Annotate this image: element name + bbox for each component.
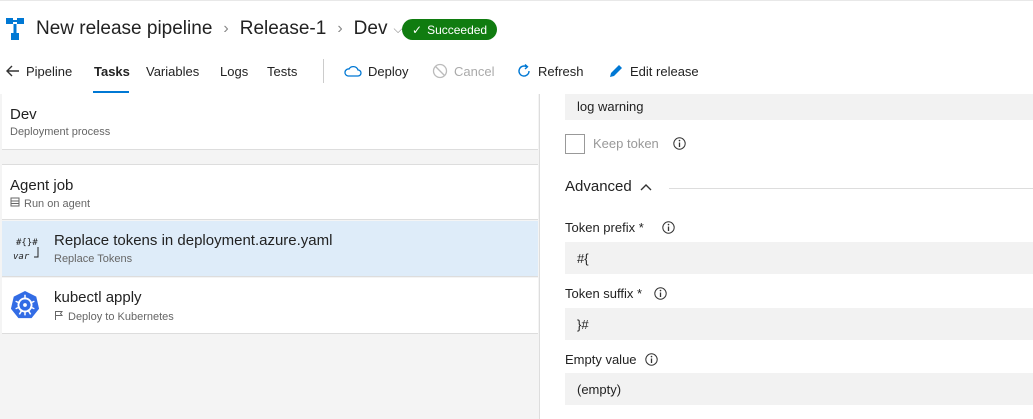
- tab-logs[interactable]: Logs: [220, 56, 248, 86]
- agent-job-card[interactable]: Agent job Run on agent: [2, 164, 538, 220]
- token-prefix-label-row: Token prefix *: [565, 220, 675, 235]
- empty-value-label: Empty value: [565, 352, 637, 367]
- tab-variables[interactable]: Variables: [146, 56, 199, 86]
- info-icon[interactable]: [654, 287, 667, 300]
- process-panel: Dev Deployment process Agent job Run on …: [0, 94, 540, 419]
- tab-tests[interactable]: Tests: [267, 56, 297, 86]
- token-suffix-label-row: Token suffix *: [565, 286, 667, 301]
- breadcrumb-stage[interactable]: Dev: [354, 18, 388, 40]
- status-badge-label: Succeeded: [427, 22, 488, 37]
- task-row-kubectl-apply[interactable]: kubectl apply Deploy to Kubernetes: [2, 278, 538, 334]
- breadcrumb-pipeline[interactable]: New release pipeline: [36, 18, 212, 40]
- empty-value-input[interactable]: (empty): [565, 373, 1033, 405]
- task-settings-panel: log warning Keep token Advanced Token pr…: [541, 94, 1033, 419]
- chevron-right-icon: ›: [337, 20, 343, 37]
- empty-value-label-row: Empty value: [565, 352, 658, 367]
- token-prefix-label: Token prefix *: [565, 220, 644, 235]
- deploy-button[interactable]: Deploy: [344, 56, 408, 86]
- tab-tasks[interactable]: Tasks: [94, 56, 130, 86]
- info-icon[interactable]: [662, 221, 675, 234]
- active-tab-indicator: [93, 91, 129, 93]
- toolbar-divider: [323, 59, 324, 83]
- stage-card[interactable]: Dev Deployment process: [2, 94, 538, 150]
- refresh-button[interactable]: Refresh: [516, 56, 584, 86]
- svg-text:#{}#: #{}#: [16, 238, 38, 248]
- token-prefix-input[interactable]: #{: [565, 242, 1033, 274]
- chevron-right-icon: ›: [223, 20, 229, 37]
- back-to-pipeline-button[interactable]: Pipeline: [6, 56, 72, 86]
- task-title: Replace tokens in deployment.azure.yaml: [54, 232, 333, 249]
- token-suffix-label: Token suffix *: [565, 286, 643, 301]
- task-subtitle: Replace Tokens: [54, 253, 133, 265]
- advanced-section-label: Advanced: [565, 178, 632, 195]
- info-icon[interactable]: [644, 353, 658, 366]
- info-icon[interactable]: [673, 137, 686, 150]
- keep-token-checkbox[interactable]: [565, 134, 585, 154]
- keep-token-label: Keep token: [593, 136, 659, 151]
- cancel-icon: [432, 63, 448, 79]
- pencil-icon: [608, 63, 624, 79]
- server-icon: [10, 197, 20, 210]
- deploy-label: Deploy: [368, 63, 409, 79]
- agent-job-title: Agent job: [10, 177, 74, 194]
- stage-title: Dev: [10, 106, 37, 123]
- chevron-up-icon: [640, 178, 652, 195]
- cancel-label: Cancel: [454, 63, 495, 79]
- arrow-left-icon: [6, 65, 20, 77]
- kubernetes-icon: [10, 290, 40, 319]
- task-subtitle-row: Deploy to Kubernetes: [54, 310, 174, 324]
- token-suffix-input[interactable]: }#: [565, 308, 1033, 340]
- stage-subtitle: Deployment process: [10, 126, 111, 138]
- replace-tokens-icon: #{}# var: [13, 238, 39, 262]
- breadcrumb-release[interactable]: Release-1: [240, 18, 327, 40]
- cloud-icon: [344, 65, 362, 77]
- svg-text:var: var: [13, 252, 30, 262]
- agent-job-subtitle-row: Run on agent: [10, 197, 90, 210]
- edit-release-label: Edit release: [630, 63, 699, 79]
- log-level-select[interactable]: log warning: [565, 94, 1033, 120]
- refresh-label: Refresh: [538, 63, 584, 79]
- section-divider: [669, 188, 1033, 189]
- keep-token-row: Keep token: [593, 136, 686, 151]
- top-border: [0, 0, 1033, 6]
- agent-job-subtitle: Run on agent: [24, 197, 91, 210]
- task-subtitle: Deploy to Kubernetes: [68, 311, 174, 323]
- task-title: kubectl apply: [54, 289, 142, 306]
- toolbar: Pipeline Tasks Variables Logs Tests Depl…: [0, 56, 1033, 94]
- back-label: Pipeline: [26, 63, 73, 79]
- check-icon: ✓: [412, 22, 423, 37]
- status-badge: ✓ Succeeded: [402, 19, 498, 40]
- task-row-replace-tokens[interactable]: #{}# var Replace tokens in deployment.az…: [2, 221, 538, 277]
- breadcrumb: New release pipeline › Release-1 › Dev ⌵: [36, 18, 403, 40]
- cancel-button[interactable]: Cancel: [432, 56, 494, 86]
- release-pipeline-icon: [6, 18, 24, 40]
- refresh-icon: [516, 63, 532, 79]
- edit-release-button[interactable]: Edit release: [608, 56, 699, 86]
- advanced-section-toggle[interactable]: Advanced: [565, 178, 652, 195]
- flag-icon: [54, 310, 64, 324]
